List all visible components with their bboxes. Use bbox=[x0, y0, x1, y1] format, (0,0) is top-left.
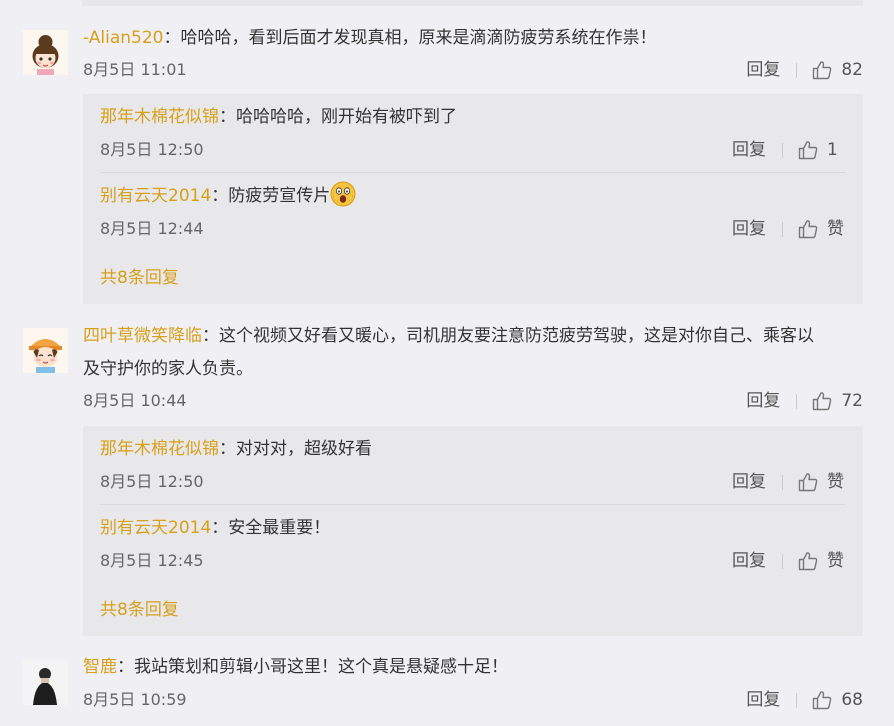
reply-divider bbox=[100, 172, 845, 173]
comment-text: -Alian520：哈哈哈，看到后面才发现真相，原来是滴滴防疲劳系统在作祟！ bbox=[83, 22, 863, 55]
reply-username[interactable]: 别有云天2014 bbox=[100, 518, 211, 538]
thumbs-up-icon bbox=[813, 392, 832, 411]
comment-body: 哈哈哈，看到后面才发现真相，原来是滴滴防疲劳系统在作祟！ bbox=[180, 28, 657, 48]
like-label: 赞 bbox=[827, 219, 844, 239]
reply-time: 8月5日 12:45 bbox=[100, 551, 204, 570]
reply-button[interactable]: 回复 bbox=[732, 549, 766, 573]
comment-body-line2: 及守护你的家人负责。 bbox=[83, 359, 253, 379]
reply-meta: 8月5日 12:44 回复 赞 bbox=[100, 217, 845, 241]
replies-box: 那年木棉花似锦：对对对，超级好看 8月5日 12:50 回复 赞 别有云天201… bbox=[83, 426, 863, 636]
comment-time: 8月5日 11:01 bbox=[83, 60, 187, 79]
comment-actions: 回复 72 bbox=[746, 389, 863, 413]
reply-text: 别有云天2014：安全最重要！ bbox=[100, 513, 330, 543]
reply-time: 8月5日 12:44 bbox=[100, 219, 204, 238]
cartoon-girl-hat-avatar[interactable] bbox=[23, 328, 68, 373]
reply-button[interactable]: 回复 bbox=[732, 138, 766, 162]
reply-meta: 8月5日 12:50 回复 1 bbox=[100, 138, 845, 162]
like-count: 72 bbox=[841, 391, 863, 411]
colon: ： bbox=[163, 28, 181, 48]
comment-username[interactable]: -Alian520 bbox=[83, 28, 163, 48]
divider bbox=[782, 474, 783, 490]
comment-meta: 8月5日 11:01 回复 82 bbox=[83, 58, 863, 82]
reply-actions: 回复 1 bbox=[732, 138, 845, 162]
like-button[interactable]: 68 bbox=[811, 688, 863, 712]
divider bbox=[782, 142, 783, 158]
reply-meta: 8月5日 12:45 回复 赞 bbox=[100, 549, 845, 573]
like-count: 1 bbox=[827, 140, 838, 160]
like-button[interactable]: 赞 bbox=[797, 217, 845, 241]
reply-text: 那年木棉花似锦：对对对，超级好看 bbox=[100, 434, 372, 464]
view-more-replies-link[interactable]: 共8条回复 bbox=[100, 598, 179, 622]
like-button[interactable]: 72 bbox=[811, 389, 863, 413]
comment-actions: 回复 82 bbox=[746, 58, 863, 82]
like-button[interactable]: 82 bbox=[811, 58, 863, 82]
reply-button[interactable]: 回复 bbox=[732, 470, 766, 494]
reply-divider bbox=[100, 504, 845, 505]
like-count: 82 bbox=[841, 60, 863, 80]
comment-body-line1: 这个视频又好看又暖心，司机朋友要注意防范疲劳驾驶，这是对你自己、乘客以 bbox=[219, 326, 814, 346]
reply-time: 8月5日 12:50 bbox=[100, 140, 204, 159]
colon: ： bbox=[211, 518, 229, 538]
like-button[interactable]: 赞 bbox=[797, 549, 845, 573]
divider bbox=[796, 692, 798, 708]
thumbs-up-icon bbox=[798, 220, 818, 239]
reply-body: 安全最重要！ bbox=[228, 518, 331, 538]
reply-button[interactable]: 回复 bbox=[732, 217, 766, 241]
cartoon-girl-avatar[interactable] bbox=[23, 30, 68, 75]
divider bbox=[796, 62, 798, 78]
reply-button[interactable]: 回复 bbox=[746, 688, 780, 712]
like-button[interactable]: 赞 bbox=[797, 470, 845, 494]
colon: ： bbox=[219, 439, 236, 459]
reply-actions: 回复 赞 bbox=[732, 549, 845, 573]
scared-face-emoji bbox=[330, 181, 356, 207]
comment-meta: 8月5日 10:44 回复 72 bbox=[83, 389, 863, 413]
reply-text: 那年木棉花似锦：哈哈哈哈，刚开始有被吓到了 bbox=[100, 102, 457, 132]
previous-reply-box-edge bbox=[82, 0, 863, 6]
comment-username[interactable]: 四叶草微笑降临 bbox=[83, 326, 202, 346]
reply-text: 别有云天2014：防疲劳宣传片 bbox=[100, 181, 356, 211]
like-label: 赞 bbox=[827, 472, 844, 492]
divider bbox=[796, 393, 798, 409]
reply-time: 8月5日 12:50 bbox=[100, 472, 204, 491]
comment-text: 四叶草微笑降临：这个视频又好看又暖心，司机朋友要注意防范疲劳驾驶，这是对你自己、… bbox=[83, 320, 863, 386]
colon: ： bbox=[202, 326, 219, 346]
colon: ： bbox=[211, 186, 229, 206]
divider bbox=[782, 221, 783, 237]
reply-username[interactable]: 别有云天2014 bbox=[100, 186, 211, 206]
reply-button[interactable]: 回复 bbox=[746, 389, 780, 413]
comment-text: 智鹿：我站策划和剪辑小哥这里！这个真是悬疑感十足！ bbox=[83, 651, 863, 684]
reply-username[interactable]: 那年木棉花似锦 bbox=[100, 107, 219, 127]
thumbs-up-icon bbox=[798, 552, 818, 571]
reply-meta: 8月5日 12:50 回复 赞 bbox=[100, 470, 845, 494]
divider bbox=[782, 553, 783, 569]
like-count: 68 bbox=[841, 690, 863, 710]
colon: ： bbox=[117, 657, 134, 677]
reply-body: 对对对，超级好看 bbox=[236, 439, 372, 459]
person-photo-avatar[interactable] bbox=[23, 660, 68, 705]
comment-actions: 回复 68 bbox=[746, 688, 863, 712]
reply-username[interactable]: 那年木棉花似锦 bbox=[100, 439, 219, 459]
comment-username[interactable]: 智鹿 bbox=[83, 657, 117, 677]
comment-body: 我站策划和剪辑小哥这里！这个真是悬疑感十足！ bbox=[134, 657, 508, 677]
thumbs-up-icon bbox=[798, 141, 818, 160]
comment-time: 8月5日 10:44 bbox=[83, 391, 187, 410]
reply-body: 哈哈哈哈，刚开始有被吓到了 bbox=[236, 107, 457, 127]
replies-box: 那年木棉花似锦：哈哈哈哈，刚开始有被吓到了 8月5日 12:50 回复 1 别有… bbox=[83, 94, 863, 304]
like-button[interactable]: 1 bbox=[797, 138, 845, 162]
comment-time: 8月5日 10:59 bbox=[83, 690, 187, 709]
view-more-replies-link[interactable]: 共8条回复 bbox=[100, 266, 179, 290]
thumbs-up-icon bbox=[813, 691, 832, 710]
reply-body: 防疲劳宣传片 bbox=[228, 186, 331, 206]
thumbs-up-icon bbox=[798, 473, 818, 492]
like-label: 赞 bbox=[827, 551, 844, 571]
reply-actions: 回复 赞 bbox=[732, 470, 845, 494]
colon: ： bbox=[219, 107, 236, 127]
thumbs-up-icon bbox=[813, 61, 832, 80]
reply-actions: 回复 赞 bbox=[732, 217, 845, 241]
reply-button[interactable]: 回复 bbox=[746, 58, 780, 82]
comment-meta: 8月5日 10:59 回复 68 bbox=[83, 688, 863, 712]
